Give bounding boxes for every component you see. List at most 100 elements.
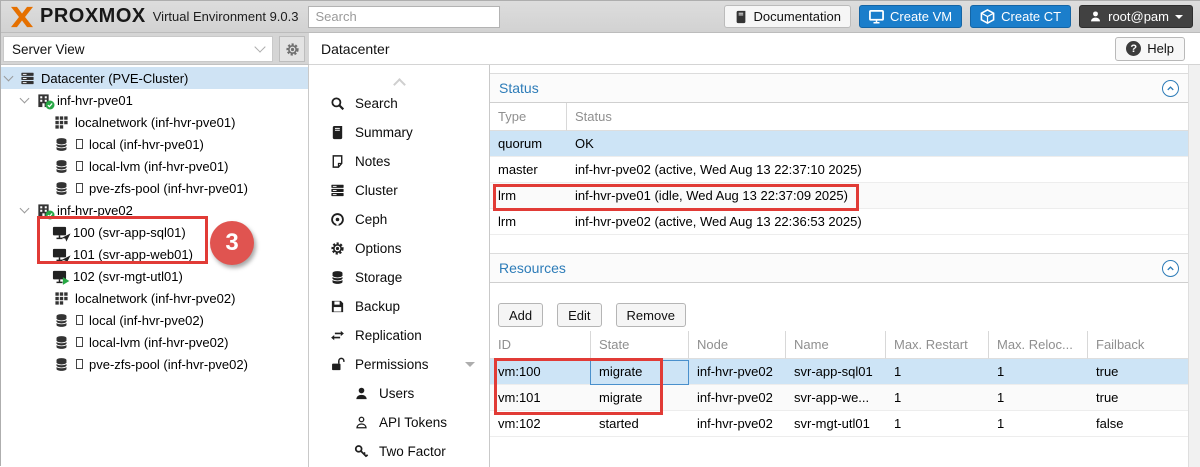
tree-item-vm-102[interactable]: 102 (svr-mgt-utl01) xyxy=(1,265,308,287)
menu-item-options[interactable]: Options xyxy=(309,234,489,263)
datacenter-icon xyxy=(19,70,35,86)
resources-title: Resources xyxy=(499,260,566,276)
menu-item-replication[interactable]: Replication xyxy=(309,321,489,350)
storage-icon xyxy=(53,356,69,372)
tree-item-vm-100[interactable]: 100 (svr-app-sql01) xyxy=(1,221,308,243)
network-icon xyxy=(53,290,69,306)
menu-label: Permissions xyxy=(355,357,429,372)
cell-max-restart: 1 xyxy=(886,359,989,384)
column-header-max-restart[interactable]: Max. Restart xyxy=(886,331,989,359)
cell-failback: true xyxy=(1088,359,1188,384)
search-input[interactable] xyxy=(308,6,500,28)
ceph-icon xyxy=(329,212,346,227)
resources-toolbar: Add Edit Remove xyxy=(490,283,1188,331)
menu-item-two-factor[interactable]: Two Factor xyxy=(309,437,489,466)
cell-max-reloc: 1 xyxy=(989,385,1088,410)
book-icon xyxy=(734,10,748,24)
menu-item-backup[interactable]: Backup xyxy=(309,292,489,321)
gear-icon xyxy=(329,241,346,256)
tree-item-label: inf-hvr-pve01 xyxy=(57,93,133,108)
expander-icon[interactable] xyxy=(20,204,30,214)
status-row-lrm-pve02[interactable]: lrm inf-hvr-pve02 (active, Wed Aug 13 22… xyxy=(490,209,1188,235)
tree-item-vm-101[interactable]: 101 (svr-app-web01) xyxy=(1,243,308,265)
create-vm-label: Create VM xyxy=(890,9,952,24)
edit-button[interactable]: Edit xyxy=(557,303,601,327)
expander-icon[interactable] xyxy=(4,72,14,82)
column-header-id[interactable]: ID xyxy=(490,331,591,359)
replication-icon xyxy=(329,328,346,343)
tree-item-label: pve-zfs-pool (inf-hvr-pve02) xyxy=(89,357,248,372)
create-ct-label: Create CT xyxy=(1001,9,1061,24)
column-header-failback[interactable]: Failback xyxy=(1088,331,1188,359)
monitor-icon xyxy=(869,9,884,24)
cell-name: svr-app-sql01 xyxy=(786,359,886,384)
storage-icon xyxy=(53,312,69,328)
tree-item-pve-zfs-pool-pve02[interactable]: pve-zfs-pool (inf-hvr-pve02) xyxy=(1,353,308,375)
column-header-type[interactable]: Type xyxy=(490,103,567,131)
storage-icon xyxy=(53,158,69,174)
column-header-max-reloc[interactable]: Max. Reloc... xyxy=(989,331,1088,359)
tree-item-localnetwork-pve02[interactable]: localnetwork (inf-hvr-pve02) xyxy=(1,287,308,309)
top-bar: PROXMOX Virtual Environment 9.0.3 Docume… xyxy=(1,1,1200,33)
menu-item-users[interactable]: Users xyxy=(309,379,489,408)
status-collapse-button[interactable] xyxy=(1162,80,1179,97)
menu-label: Users xyxy=(379,386,414,401)
menu-item-api-tokens[interactable]: API Tokens xyxy=(309,408,489,437)
drive-icon xyxy=(76,183,83,193)
menu-item-storage[interactable]: Storage xyxy=(309,263,489,292)
tree-item-local-lvm-pve01[interactable]: local-lvm (inf-hvr-pve01) xyxy=(1,155,308,177)
tree-item-label: 102 (svr-mgt-utl01) xyxy=(73,269,183,284)
cell-name: svr-app-we... xyxy=(786,385,886,410)
menu-item-ceph[interactable]: Ceph xyxy=(309,205,489,234)
tree-item-local-pve02[interactable]: local (inf-hvr-pve02) xyxy=(1,309,308,331)
status-row-lrm-pve01[interactable]: lrm inf-hvr-pve01 (idle, Wed Aug 13 22:3… xyxy=(490,183,1188,209)
resources-row-vm100[interactable]: vm:100 migrate inf-hvr-pve02 svr-app-sql… xyxy=(490,359,1188,385)
tree-item-node-pve02[interactable]: inf-hvr-pve02 xyxy=(1,199,308,221)
tree-item-node-pve01[interactable]: inf-hvr-pve01 xyxy=(1,89,308,111)
caret-down-icon xyxy=(465,362,475,367)
cell-type: lrm xyxy=(490,209,567,234)
tree-item-local-pve01[interactable]: local (inf-hvr-pve01) xyxy=(1,133,308,155)
help-button[interactable]: ? Help xyxy=(1115,37,1185,61)
menu-label: Options xyxy=(355,241,402,256)
create-vm-button[interactable]: Create VM xyxy=(859,5,962,28)
cell-max-reloc: 1 xyxy=(989,411,1088,436)
column-header-node[interactable]: Node xyxy=(689,331,786,359)
menu-item-notes[interactable]: Notes xyxy=(309,147,489,176)
tree-item-pve-zfs-pool-pve01[interactable]: pve-zfs-pool (inf-hvr-pve01) xyxy=(1,177,308,199)
remove-button[interactable]: Remove xyxy=(616,303,686,327)
documentation-label: Documentation xyxy=(754,9,841,24)
user-menu-button[interactable]: root@pam xyxy=(1079,5,1193,28)
column-header-status[interactable]: Status xyxy=(567,103,1188,131)
status-row-quorum[interactable]: quorum OK xyxy=(490,131,1188,157)
expander-icon[interactable] xyxy=(20,94,30,104)
storage-icon xyxy=(53,136,69,152)
tree-item-localnetwork-pve01[interactable]: localnetwork (inf-hvr-pve01) xyxy=(1,111,308,133)
menu-item-search[interactable]: Search xyxy=(309,89,489,118)
floppy-icon xyxy=(329,299,346,314)
column-header-state[interactable]: State xyxy=(591,331,689,359)
tree-item-local-lvm-pve02[interactable]: local-lvm (inf-hvr-pve02) xyxy=(1,331,308,353)
scrollbar-track[interactable] xyxy=(1188,65,1200,467)
resources-collapse-button[interactable] xyxy=(1162,260,1179,277)
column-header-name[interactable]: Name xyxy=(786,331,886,359)
resources-row-vm101[interactable]: vm:101 migrate inf-hvr-pve02 svr-app-we.… xyxy=(490,385,1188,411)
tree-item-datacenter[interactable]: Datacenter (PVE-Cluster) xyxy=(1,67,308,89)
menu-scroll-up[interactable] xyxy=(309,65,489,89)
menu-label: Replication xyxy=(355,328,422,343)
search-icon xyxy=(329,96,346,111)
documentation-button[interactable]: Documentation xyxy=(724,5,851,28)
resource-tree: Datacenter (PVE-Cluster) inf-hvr-pve01 l… xyxy=(1,65,309,467)
menu-item-summary[interactable]: Summary xyxy=(309,118,489,147)
add-button[interactable]: Add xyxy=(498,303,543,327)
brand-version: Virtual Environment 9.0.3 xyxy=(153,9,299,24)
status-row-master[interactable]: master inf-hvr-pve02 (active, Wed Aug 13… xyxy=(490,157,1188,183)
view-selector-dropdown[interactable]: Server View xyxy=(3,36,273,62)
create-ct-button[interactable]: Create CT xyxy=(970,5,1071,28)
resources-row-vm102[interactable]: vm:102 started inf-hvr-pve02 svr-mgt-utl… xyxy=(490,411,1188,437)
proxmox-logo-icon xyxy=(9,6,35,28)
status-table-header: Type Status xyxy=(490,103,1188,131)
tree-settings-button[interactable] xyxy=(279,36,305,62)
menu-item-permissions[interactable]: Permissions xyxy=(309,350,489,379)
menu-item-cluster[interactable]: Cluster xyxy=(309,176,489,205)
